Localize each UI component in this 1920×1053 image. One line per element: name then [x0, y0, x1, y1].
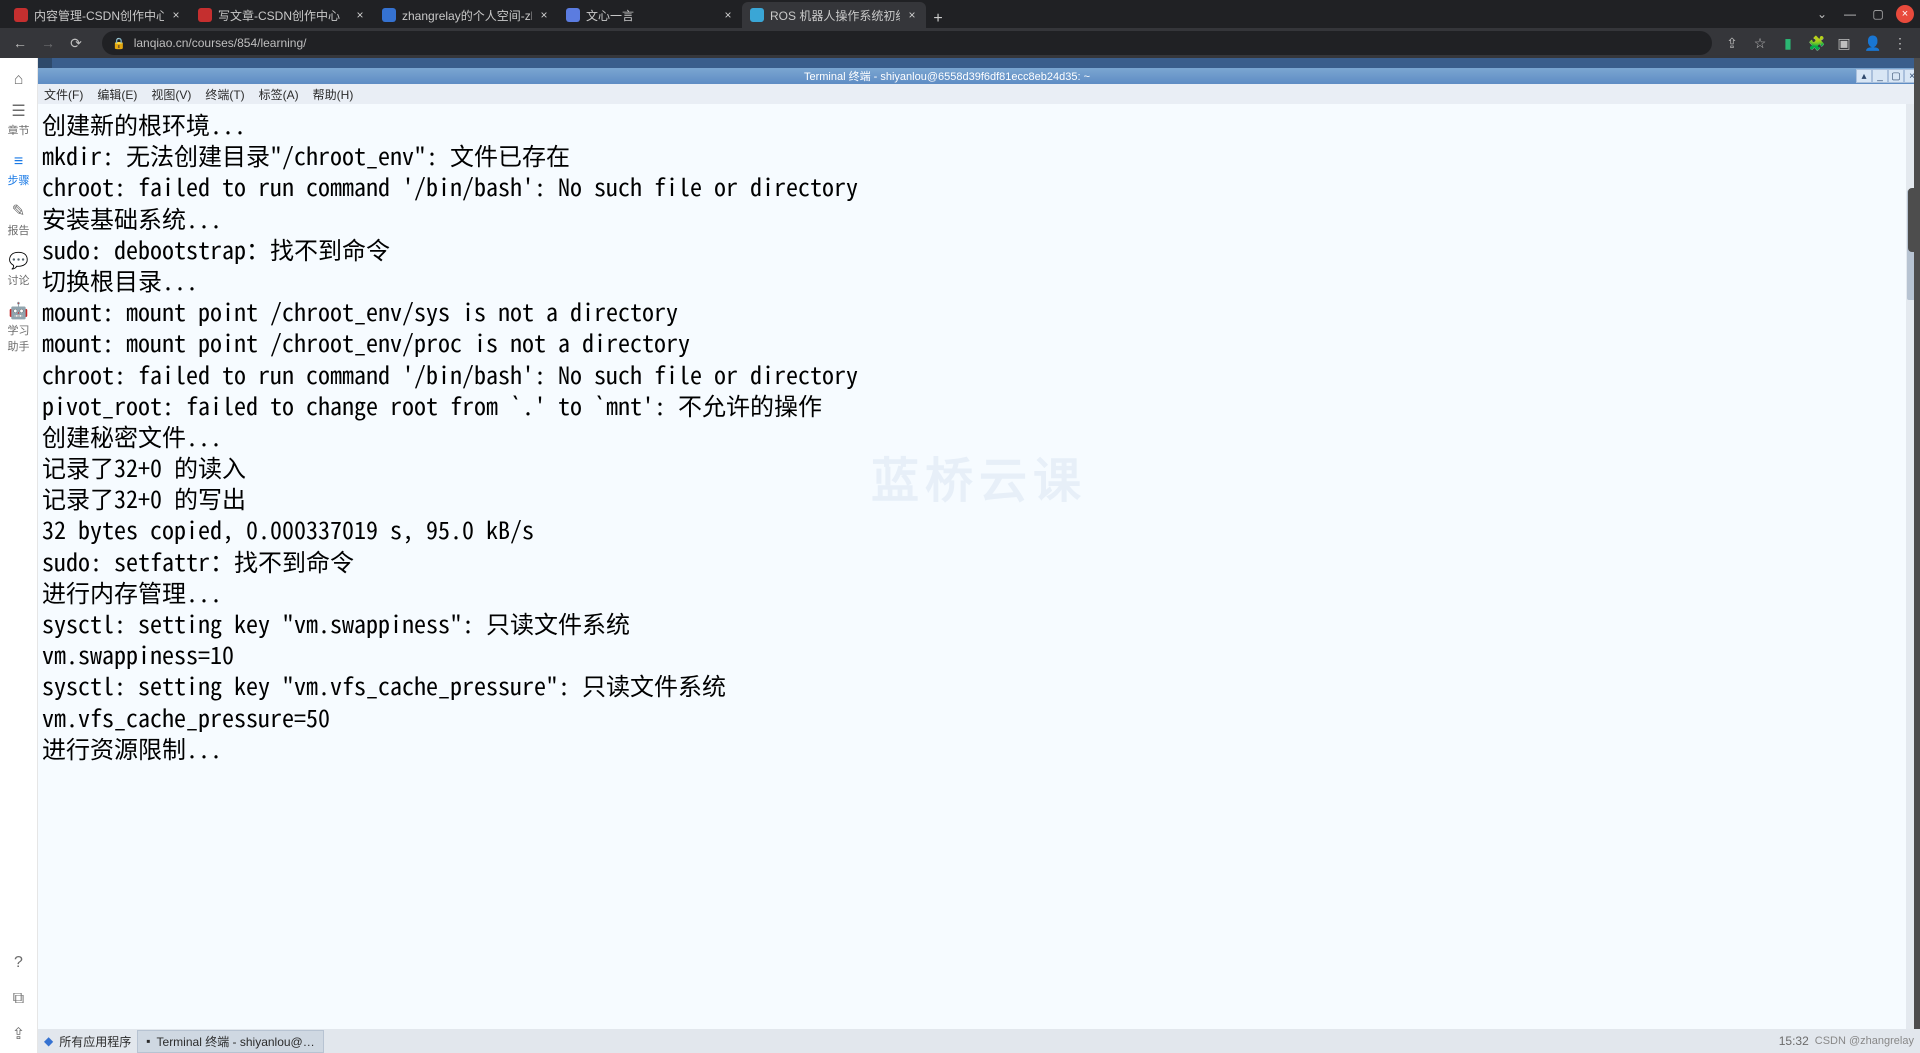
copy-icon: ⧉	[13, 991, 24, 1007]
robot-icon: 🤖	[9, 304, 29, 320]
close-icon[interactable]: ×	[170, 8, 182, 22]
lock-icon: 🔒	[112, 37, 126, 50]
chat-icon: 💬	[9, 254, 29, 270]
browser-tab-1[interactable]: 写文章-CSDN创作中心 ×	[190, 2, 374, 28]
extensions-menu-icon[interactable]: 🧩	[1808, 35, 1824, 52]
sidebar-item-discuss[interactable]: 💬 讨论	[0, 246, 38, 296]
tab-title: 写文章-CSDN创作中心	[218, 7, 348, 24]
terminal-minimize-button[interactable]: _	[1872, 69, 1888, 83]
url-text: lanqiao.cn/courses/854/learning/	[134, 36, 307, 50]
menu-view[interactable]: 视图(V)	[151, 86, 191, 103]
tab-title: 内容管理-CSDN创作中心	[34, 7, 164, 24]
close-icon[interactable]: ×	[538, 8, 550, 22]
close-icon[interactable]: ×	[722, 8, 734, 22]
close-icon[interactable]: ×	[354, 8, 366, 22]
browser-tabstrip: 内容管理-CSDN创作中心 × 写文章-CSDN创作中心 × zhangrela…	[0, 0, 1920, 28]
terminal-maximize-button[interactable]: ▢	[1888, 69, 1904, 83]
profile-icon[interactable]: 👤	[1864, 35, 1880, 52]
terminal-viewport[interactable]: 创建新的根环境... mkdir: 无法创建目录"/chroot_env": 文…	[38, 104, 1906, 1029]
tab-title: 文心一言	[586, 7, 716, 24]
browser-toolbar: ← → ⟳ 🔒 lanqiao.cn/courses/854/learning/…	[0, 28, 1920, 58]
terminal-output: 创建新的根环境... mkdir: 无法创建目录"/chroot_env": 文…	[42, 108, 1902, 763]
favicon	[382, 8, 396, 22]
chevron-down-icon[interactable]: ⌄	[1808, 7, 1836, 21]
sidebar-item-label: 步骤	[8, 172, 30, 188]
sidebar-item-report[interactable]: ✎ 报告	[0, 196, 38, 246]
browser-tab-2[interactable]: zhangrelay的个人空间-zh ×	[374, 2, 558, 28]
apps-menu-icon[interactable]: ◆	[44, 1034, 53, 1048]
apps-menu-label[interactable]: 所有应用程序	[59, 1033, 131, 1050]
menu-edit[interactable]: 编辑(E)	[97, 86, 137, 103]
list-icon: ☰	[11, 104, 25, 120]
menu-tabs[interactable]: 标签(A)	[259, 86, 299, 103]
close-icon[interactable]: ×	[906, 8, 918, 22]
favicon	[566, 8, 580, 22]
close-window-button[interactable]: ×	[1896, 5, 1914, 23]
sidebar-item-label: 讨论	[8, 272, 30, 288]
sidebar-item-chapters[interactable]: ☰ 章节	[0, 96, 38, 146]
sidebar-item-label: 学习 助手	[8, 322, 30, 354]
steps-icon: ≡	[14, 154, 23, 170]
vm-corner-badge	[38, 58, 52, 68]
pencil-icon: ✎	[12, 204, 25, 220]
reload-button[interactable]: ⟳	[68, 35, 84, 52]
restore-window-button[interactable]: ▢	[1864, 7, 1892, 21]
menu-help[interactable]: 帮助(H)	[313, 86, 354, 103]
favicon	[14, 8, 28, 22]
sidepanel-icon[interactable]: ▣	[1836, 35, 1852, 52]
tab-title: zhangrelay的个人空间-zh	[402, 7, 532, 24]
address-bar[interactable]: 🔒 lanqiao.cn/courses/854/learning/	[102, 31, 1712, 55]
taskbar-item-label: Terminal 终端 - shiyanlou@…	[157, 1033, 315, 1050]
sidebar-item-upload[interactable]: ⇪	[0, 1017, 38, 1053]
sidebar-item-label: 章节	[8, 122, 30, 138]
upload-icon: ⇪	[12, 1027, 25, 1043]
terminal-window-title: Terminal 终端 - shiyanlou@6558d39f6df81ecc…	[38, 68, 1856, 84]
sidebar-item-copy[interactable]: ⧉	[0, 981, 38, 1017]
browser-tab-3[interactable]: 文心一言 ×	[558, 2, 742, 28]
forward-button[interactable]: →	[40, 35, 56, 51]
sidebar-item-label: 报告	[8, 222, 30, 238]
kebab-menu-icon[interactable]: ⋮	[1892, 35, 1908, 52]
back-button[interactable]: ←	[12, 35, 28, 51]
sidebar-item-assistant[interactable]: 🤖 学习 助手	[0, 296, 38, 362]
browser-tab-4[interactable]: ROS 机器人操作系统初级 ×	[742, 2, 926, 28]
terminal-icon: ▪	[146, 1034, 150, 1048]
left-sidebar: ⌂ ☰ 章节 ≡ 步骤 ✎ 报告 💬 讨论 🤖 学习 助手 ? ⧉ ⇪	[0, 58, 38, 1053]
taskbar-item-terminal[interactable]: ▪ Terminal 终端 - shiyanlou@…	[137, 1030, 324, 1053]
terminal-menubar: 文件(F) 编辑(E) 视图(V) 终端(T) 标签(A) 帮助(H)	[38, 84, 1920, 104]
home-icon: ⌂	[14, 72, 24, 88]
menu-file[interactable]: 文件(F)	[44, 86, 83, 103]
sidebar-item-steps[interactable]: ≡ 步骤	[0, 146, 38, 196]
minimize-window-button[interactable]: —	[1836, 7, 1864, 21]
share-icon[interactable]: ⇪	[1724, 35, 1740, 52]
extension-icon[interactable]: ▮	[1780, 35, 1796, 52]
terminal-titlebar[interactable]: Terminal 终端 - shiyanlou@6558d39f6df81ecc…	[38, 68, 1920, 84]
browser-tab-0[interactable]: 内容管理-CSDN创作中心 ×	[6, 2, 190, 28]
page-content: ⌂ ☰ 章节 ≡ 步骤 ✎ 报告 💬 讨论 🤖 学习 助手 ? ⧉ ⇪ Terminal …	[0, 58, 1920, 1053]
watermark-credit: CSDN @zhangrelay	[1815, 1035, 1914, 1047]
sidebar-item-help[interactable]: ?	[0, 945, 38, 981]
menu-terminal[interactable]: 终端(T)	[205, 86, 244, 103]
help-icon: ?	[14, 955, 23, 971]
vm-desktop: Terminal 终端 - shiyanlou@6558d39f6df81ecc…	[38, 58, 1920, 1053]
tab-title: ROS 机器人操作系统初级	[770, 7, 900, 24]
sidebar-item-home[interactable]: ⌂	[0, 64, 38, 96]
favicon	[750, 8, 764, 22]
terminal-rollup-button[interactable]: ▴	[1856, 69, 1872, 83]
bookmark-icon[interactable]: ☆	[1752, 35, 1768, 52]
right-panel-handle[interactable]	[1908, 188, 1920, 252]
new-tab-button[interactable]: +	[926, 10, 950, 28]
vm-taskbar: ◆ 所有应用程序 ▪ Terminal 终端 - shiyanlou@… 15:…	[38, 1029, 1920, 1053]
taskbar-clock: 15:32	[1779, 1034, 1809, 1048]
favicon	[198, 8, 212, 22]
